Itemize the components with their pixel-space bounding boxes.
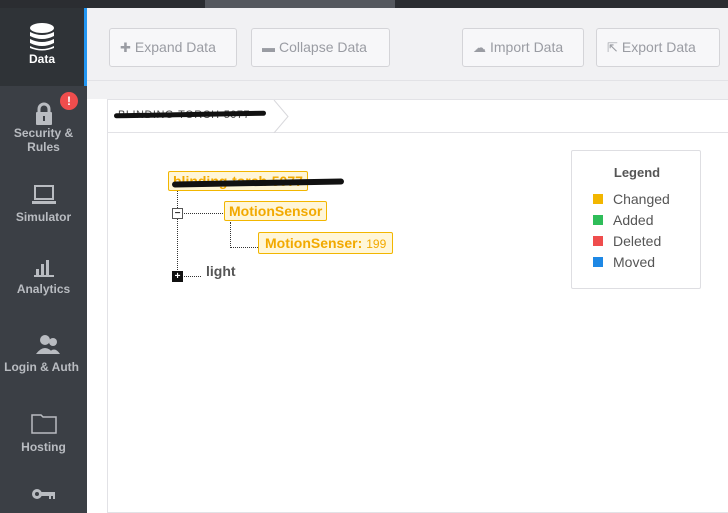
legend-title: Legend bbox=[613, 165, 661, 180]
laptop-icon bbox=[31, 185, 56, 204]
legend: Legend Changed Added Deleted Moved bbox=[571, 150, 701, 289]
tree-node-light[interactable]: light bbox=[206, 263, 236, 279]
collapse-toggle[interactable]: − bbox=[172, 208, 183, 219]
expand-data-label: Expand Data bbox=[134, 39, 216, 55]
legend-swatch bbox=[593, 215, 603, 225]
tree-node-value: 199 bbox=[366, 237, 387, 251]
legend-item-moved: Moved bbox=[593, 254, 655, 270]
database-icon bbox=[30, 23, 54, 51]
export-data-label: Export Data bbox=[621, 39, 696, 55]
plus-icon: ✚ bbox=[120, 40, 131, 55]
sidebar-item-hosting[interactable]: Hosting bbox=[0, 412, 87, 468]
alert-badge: ! bbox=[60, 92, 78, 110]
sidebar-item-data[interactable]: Data bbox=[0, 8, 87, 86]
breadcrumb-arrow-icon bbox=[273, 100, 289, 133]
top-bar bbox=[0, 0, 728, 8]
sidebar-item-label: Simulator bbox=[15, 210, 72, 224]
toolbar-spacer bbox=[87, 81, 728, 99]
main-content: ✚ Expand Data ▬ Collapse Data ☁ Import Data… bbox=[87, 8, 728, 513]
lock-icon bbox=[35, 102, 52, 125]
cloud-upload-icon: ☁ bbox=[473, 40, 486, 55]
folder-icon bbox=[30, 414, 57, 434]
sidebar: Data Security & Rules ! Simulator Analyt… bbox=[0, 8, 87, 513]
key-icon bbox=[31, 489, 55, 499]
toolbar: ✚ Expand Data ▬ Collapse Data ☁ Import Data… bbox=[87, 8, 728, 81]
legend-label: Added bbox=[613, 212, 654, 228]
sidebar-item-simulator[interactable]: Simulator bbox=[0, 184, 87, 240]
sidebar-item-label: Analytics bbox=[16, 282, 71, 296]
minus-icon: ▬ bbox=[262, 40, 275, 55]
tree-node-motionsensor[interactable]: MotionSensor bbox=[224, 201, 328, 221]
tree-node-label: MotionSensor bbox=[229, 203, 323, 219]
legend-swatch bbox=[593, 257, 603, 267]
tree-node-label: light bbox=[206, 263, 236, 279]
sidebar-item-label: Data bbox=[28, 52, 55, 66]
collapse-data-button[interactable]: ▬ Collapse Data bbox=[251, 28, 390, 67]
tree-node-motionsenser[interactable]: MotionSenser: 199 bbox=[258, 232, 394, 254]
legend-swatch bbox=[593, 194, 603, 204]
export-data-button[interactable]: ⇱ Export Data bbox=[596, 28, 720, 67]
tree-connector bbox=[177, 190, 178, 280]
sidebar-item-label: Security & bbox=[13, 126, 74, 140]
breadcrumb: BLINDING-TORCH-5077 bbox=[108, 100, 728, 133]
legend-item-deleted: Deleted bbox=[593, 233, 661, 249]
export-icon: ⇱ bbox=[607, 40, 618, 55]
tree-connector bbox=[230, 247, 258, 248]
legend-swatch bbox=[593, 236, 603, 246]
sidebar-item-login-auth[interactable]: Login & Auth bbox=[0, 334, 87, 390]
bar-chart-icon bbox=[33, 260, 54, 277]
expand-toggle[interactable]: + bbox=[172, 271, 183, 282]
sidebar-item-security[interactable]: Security & Rules bbox=[0, 102, 87, 174]
top-tab bbox=[205, 0, 395, 8]
legend-label: Changed bbox=[613, 191, 670, 207]
sidebar-item-label: Rules bbox=[27, 140, 60, 154]
users-icon bbox=[36, 335, 60, 354]
expand-data-button[interactable]: ✚ Expand Data bbox=[109, 28, 237, 67]
tree-connector bbox=[230, 222, 231, 248]
legend-item-changed: Changed bbox=[593, 191, 670, 207]
import-data-button[interactable]: ☁ Import Data bbox=[462, 28, 584, 67]
sidebar-item-label: Hosting bbox=[21, 440, 66, 454]
tree-connector bbox=[177, 213, 225, 214]
import-data-label: Import Data bbox=[490, 39, 564, 55]
legend-label: Moved bbox=[613, 254, 656, 270]
sidebar-item-analytics[interactable]: Analytics bbox=[0, 256, 87, 312]
sidebar-item-keys[interactable] bbox=[0, 486, 87, 513]
legend-item-added: Added bbox=[593, 212, 653, 228]
tree-node-key: MotionSenser: bbox=[265, 235, 363, 251]
legend-label: Deleted bbox=[613, 233, 662, 249]
sidebar-item-label: Login & Auth bbox=[4, 360, 79, 374]
collapse-data-label: Collapse Data bbox=[279, 39, 367, 55]
